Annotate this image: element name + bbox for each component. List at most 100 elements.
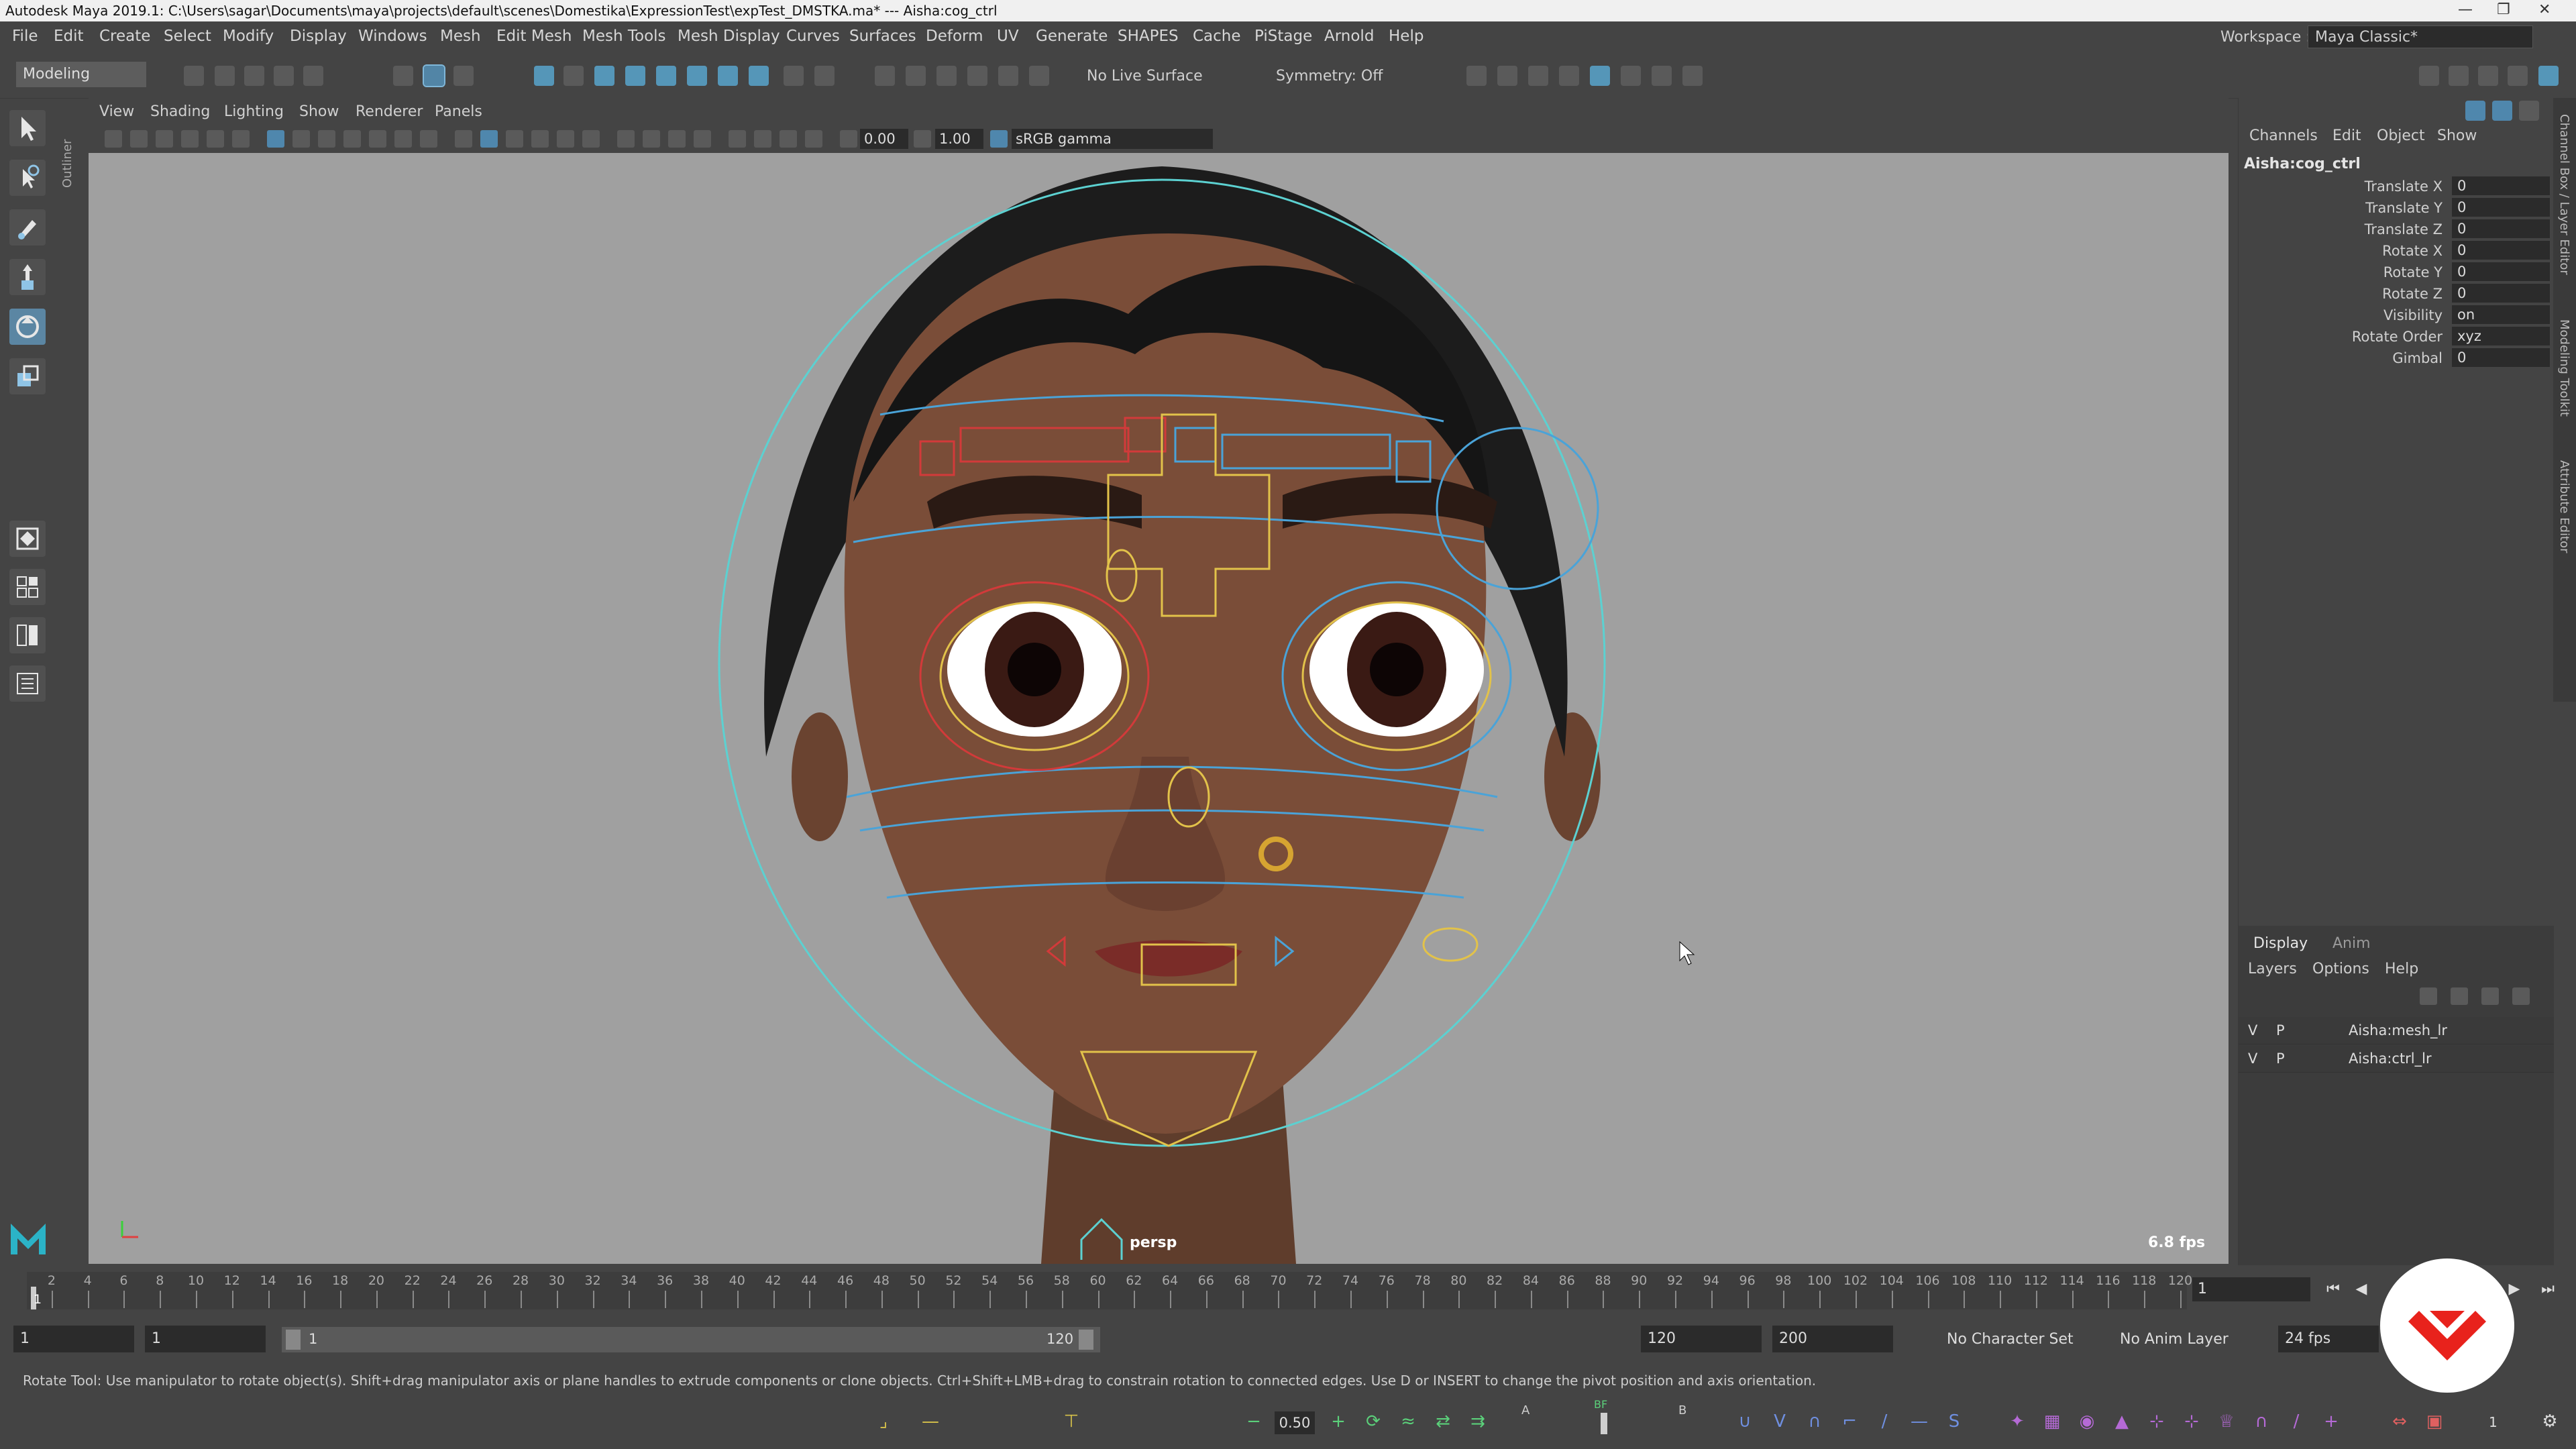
layers-menu[interactable]: Layers xyxy=(2248,961,2297,977)
attr-row-translate-y[interactable]: Translate Y 0 xyxy=(2239,197,2554,217)
snap-curve-icon[interactable] xyxy=(564,66,584,86)
tab-display[interactable]: Display xyxy=(2253,935,2308,952)
minus-icon[interactable]: − xyxy=(1242,1410,1265,1433)
menu-generate[interactable]: Generate xyxy=(1036,28,1108,45)
shelf-tool-8-icon[interactable]: ∩ xyxy=(2250,1410,2273,1433)
shelf-tool-7-icon[interactable]: ♕ xyxy=(2215,1410,2238,1433)
symmetry-dropdown[interactable]: Symmetry: Off xyxy=(1276,68,1383,85)
refresh-icon[interactable]: ⟳ xyxy=(1362,1410,1385,1433)
panel-menu-renderer[interactable]: Renderer xyxy=(356,103,423,120)
current-frame-field[interactable]: 1 xyxy=(2192,1277,2310,1301)
channel-box-tab[interactable]: Channel Box / Layer Editor xyxy=(2557,114,2571,275)
attr-value[interactable]: 0 xyxy=(2452,219,2550,238)
depth-of-field-icon[interactable] xyxy=(694,130,711,148)
snap-live-icon[interactable] xyxy=(687,66,707,86)
menu-edit[interactable]: Edit xyxy=(54,28,84,45)
layer-name[interactable]: Aisha:mesh_lr xyxy=(2349,1022,2447,1038)
open-scene-icon[interactable] xyxy=(215,66,235,86)
attr-value[interactable]: on xyxy=(2452,305,2550,324)
select-hierarchy-icon[interactable] xyxy=(393,66,413,86)
playback-start-field[interactable]: 1 xyxy=(145,1326,266,1352)
anti-aliasing-icon[interactable] xyxy=(668,130,686,148)
select-object-icon[interactable] xyxy=(423,64,445,87)
attr-row-visibility[interactable]: Visibility on xyxy=(2239,305,2554,325)
shelf-tool-11-icon[interactable]: ⇔ xyxy=(2388,1410,2411,1433)
view-transform-dropdown[interactable]: sRGB gamma xyxy=(1012,129,1213,149)
ipr-icon[interactable] xyxy=(906,66,926,86)
attr-row-rotate-z[interactable]: Rotate Z 0 xyxy=(2239,283,2554,303)
redo-icon[interactable] xyxy=(303,66,323,86)
go-to-start-icon[interactable]: ⏮ xyxy=(2324,1280,2343,1299)
workspace-dropdown[interactable]: Maya Classic* xyxy=(2308,25,2533,48)
render-setup-icon[interactable] xyxy=(998,66,1018,86)
menu-shapes[interactable]: SHAPES xyxy=(1118,28,1179,45)
anim-layer-dropdown[interactable]: No Anim Layer xyxy=(2120,1331,2229,1348)
menu-modify[interactable]: Modify xyxy=(223,28,274,45)
outliner-layout-icon[interactable] xyxy=(9,665,46,702)
snap-surface-icon[interactable] xyxy=(656,66,676,86)
attr-row-rotate-x[interactable]: Rotate X 0 xyxy=(2239,240,2554,260)
channel-box-icon[interactable] xyxy=(2538,66,2559,86)
menu-file[interactable]: File xyxy=(12,28,38,45)
select-tool-icon[interactable] xyxy=(9,110,46,146)
maximize-icon[interactable]: ❐ xyxy=(2497,1,2510,18)
layer-playback-toggle[interactable]: P xyxy=(2276,1051,2285,1067)
film-gate-icon[interactable] xyxy=(292,130,310,148)
panel-menu-shading[interactable]: Shading xyxy=(150,103,210,120)
layer-visibility-toggle[interactable]: V xyxy=(2248,1022,2257,1038)
attr-value[interactable]: 0 xyxy=(2452,241,2550,260)
lock-icon[interactable] xyxy=(784,66,804,86)
xray-joints-icon[interactable] xyxy=(780,130,797,148)
scale-tool-icon[interactable] xyxy=(9,358,46,394)
menu-pistage[interactable]: PiStage xyxy=(1254,28,1312,45)
blend-slider-value[interactable]: 0.50 xyxy=(1275,1411,1315,1434)
layer-playback-toggle[interactable]: P xyxy=(2276,1022,2285,1038)
curve-tool-5-icon[interactable]: ∕ xyxy=(1873,1410,1896,1433)
shelf-tool-6-icon[interactable]: ⊹ xyxy=(2180,1410,2203,1433)
wireframe-on-shaded-icon[interactable] xyxy=(506,130,523,148)
attr-row-translate-z[interactable]: Translate Z 0 xyxy=(2239,219,2554,239)
shelf-tool-1-icon[interactable]: ✦ xyxy=(2006,1410,2029,1433)
show-menu[interactable]: Show xyxy=(2437,127,2477,144)
four-view-layout-icon[interactable] xyxy=(9,569,46,605)
attr-value[interactable]: 0 xyxy=(2452,198,2550,217)
shift-icon[interactable]: ⇉ xyxy=(1466,1410,1489,1433)
camera-attr-icon[interactable] xyxy=(130,130,148,148)
paint-select-tool-icon[interactable] xyxy=(9,209,46,246)
light-editor-icon[interactable] xyxy=(1029,66,1049,86)
wireframe-icon[interactable] xyxy=(455,130,472,148)
attr-value[interactable]: xyz xyxy=(2452,327,2550,345)
character-controls-icon[interactable] xyxy=(2449,66,2469,86)
tween-icon[interactable]: ⇄ xyxy=(1432,1410,1454,1433)
modeling-toolkit-icon[interactable] xyxy=(2419,66,2439,86)
tool-settings-icon[interactable] xyxy=(2508,66,2528,86)
construction-icon[interactable] xyxy=(749,66,769,86)
snap-view-icon[interactable] xyxy=(625,66,645,86)
attribute-editor-icon[interactable] xyxy=(2478,66,2498,86)
gate-mask-icon[interactable] xyxy=(343,130,361,148)
channels-menu[interactable]: Channels xyxy=(2249,127,2318,144)
curve-tool-2-icon[interactable]: V xyxy=(1768,1410,1791,1433)
hypershade-icon[interactable] xyxy=(967,66,987,86)
tool-settings-toggle-icon[interactable] xyxy=(2519,101,2539,121)
animation-end-field[interactable]: 200 xyxy=(1772,1326,1893,1352)
shelf-tool-4-icon[interactable]: ▲ xyxy=(2110,1410,2133,1433)
menu-arnold[interactable]: Arnold xyxy=(1324,28,1374,45)
marker-icon[interactable]: ⊤ xyxy=(1060,1410,1083,1433)
range-start-handle[interactable] xyxy=(286,1330,301,1350)
render-icon[interactable] xyxy=(875,66,895,86)
arnold-ipr-icon[interactable] xyxy=(1621,66,1641,86)
outliner-tab[interactable]: Outliner xyxy=(60,107,76,188)
grid-icon[interactable] xyxy=(267,130,284,148)
tangent-icon[interactable]: — xyxy=(919,1410,942,1433)
plus-icon[interactable]: + xyxy=(1327,1410,1350,1433)
curve-tool-1-icon[interactable]: ∪ xyxy=(1733,1410,1756,1433)
pause-icon[interactable] xyxy=(1682,66,1703,86)
curve-tool-7-icon[interactable]: S xyxy=(1943,1410,1966,1433)
curve-tool-6-icon[interactable]: — xyxy=(1908,1410,1931,1433)
attr-value[interactable]: 0 xyxy=(2452,348,2550,367)
undo-icon[interactable] xyxy=(274,66,294,86)
channel-box-toggle-icon[interactable] xyxy=(2465,101,2485,121)
layer-visibility-toggle[interactable]: V xyxy=(2248,1051,2257,1067)
side-by-side-layout-icon[interactable] xyxy=(9,617,46,653)
